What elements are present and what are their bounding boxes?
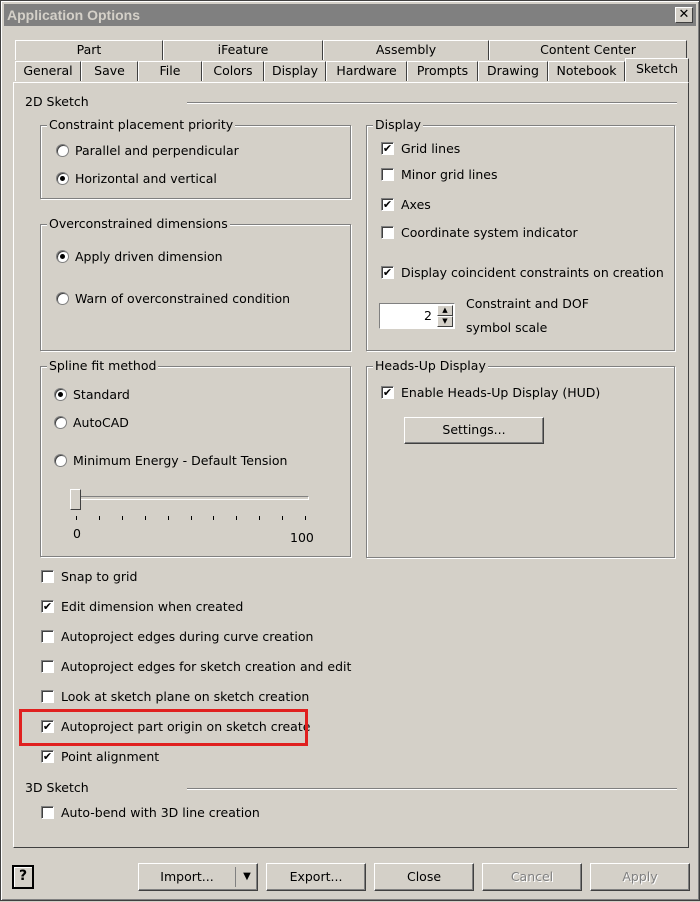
hud-group-title: Heads-Up Display [373,358,488,373]
import-split-divider [235,867,236,887]
checkbox-edit-dimension[interactable]: ✔ [41,600,54,613]
radio-warn-overconstrained[interactable] [56,292,69,305]
label-apply-driven: Apply driven dimension [75,249,223,264]
label-enable-hud: Enable Heads-Up Display (HUD) [401,385,601,400]
checkbox-auto-bend[interactable] [41,806,54,819]
application-options-window: Application Options ✕ Part iFeature Asse… [0,0,700,901]
slider-tick [305,516,306,520]
constraint-priority-title: Constraint placement priority [47,117,236,132]
radio-autocad[interactable] [54,416,67,429]
export-button[interactable]: Export... [266,863,366,891]
dof-scale-spinner[interactable]: 2 ▲ ▼ [379,303,455,329]
label-axes: Axes [401,197,431,212]
slider-tick [145,516,146,520]
checkbox-axes[interactable]: ✔ [381,198,394,211]
label-minor-grid-lines: Minor grid lines [401,167,498,182]
checkbox-autoproject-curve[interactable] [41,630,54,643]
checkbox-coordinate-indicator[interactable] [381,226,394,239]
export-label: Export... [289,869,343,884]
label-autoproject-curve: Autoproject edges during curve creation [61,629,314,644]
apply-button[interactable]: Apply [590,863,690,891]
radio-apply-driven[interactable] [56,250,69,263]
label-horizontal-vertical: Horizontal and vertical [75,171,217,186]
slider-tick [99,516,100,520]
label-autocad: AutoCAD [73,415,129,430]
radio-parallel-perpendicular[interactable] [56,144,69,157]
tension-slider-track[interactable] [75,496,309,500]
slider-max-label: 100 [290,530,314,545]
checkbox-autoproject-sketch[interactable] [41,660,54,673]
label-autoproject-sketch: Autoproject edges for sketch creation an… [61,659,352,674]
close-button[interactable]: Close [374,863,474,891]
slider-tick [259,516,260,520]
label-standard: Standard [73,387,130,402]
slider-min-label: 0 [73,526,81,541]
checkbox-point-alignment[interactable]: ✔ [41,750,54,763]
constraint-priority-group: Constraint placement priority [40,117,351,199]
overconstrained-title: Overconstrained dimensions [47,216,230,231]
spin-up-arrow-icon[interactable]: ▲ [437,305,453,316]
display-group-title: Display [373,117,424,132]
label-auto-bend: Auto-bend with 3D line creation [61,805,260,820]
checkbox-snap-to-grid[interactable] [41,570,54,583]
label-look-at-sketch-plane: Look at sketch plane on sketch creation [61,689,310,704]
radio-horizontal-vertical[interactable] [56,172,69,185]
label-warn-overconstrained: Warn of overconstrained condition [75,291,291,306]
dof-label-line1: Constraint and DOF [466,296,589,311]
import-dropdown-arrow-icon[interactable]: ▼ [239,864,255,890]
label-point-alignment: Point alignment [61,749,160,764]
checkbox-enable-hud[interactable]: ✔ [381,386,394,399]
cancel-button[interactable]: Cancel [482,863,582,891]
label-parallel-perpendicular: Parallel and perpendicular [75,143,239,158]
apply-label: Apply [622,869,658,884]
radio-minimum-energy[interactable] [54,454,67,467]
help-question-icon[interactable]: ? [12,865,34,889]
slider-tick [191,516,192,520]
label-grid-lines: Grid lines [401,141,461,156]
spline-fit-title: Spline fit method [47,358,159,373]
hud-settings-label: Settings... [442,422,506,437]
checkbox-grid-lines[interactable]: ✔ [381,142,394,155]
label-coordinate-indicator: Coordinate system indicator [401,225,578,240]
label-edit-dimension: Edit dimension when created [61,599,244,614]
hud-settings-button[interactable]: Settings... [404,417,544,444]
checkbox-look-at-sketch-plane[interactable] [41,690,54,703]
cancel-label: Cancel [510,869,554,884]
tension-slider-thumb[interactable] [70,489,81,510]
highlight-annotation [19,709,308,746]
spin-down-arrow-icon[interactable]: ▼ [437,316,453,327]
slider-tick [213,516,214,520]
slider-tick [282,516,283,520]
import-button[interactable]: Import... ▼ [138,863,258,891]
overconstrained-group: Overconstrained dimensions [40,216,351,351]
slider-tick [236,516,237,520]
dof-label-line2: symbol scale [466,320,548,335]
label-minimum-energy: Minimum Energy - Default Tension [73,453,288,468]
slider-tick [168,516,169,520]
slider-tick [122,516,123,520]
dof-scale-value[interactable]: 2 [424,308,432,323]
checkbox-coincident-constraints[interactable]: ✔ [381,266,394,279]
radio-standard[interactable] [54,388,67,401]
sketch3d-heading: 3D Sketch [25,780,89,795]
slider-tick [76,516,77,520]
checkbox-minor-grid-lines[interactable] [381,168,394,181]
sketch3d-divider [187,788,677,790]
label-snap-to-grid: Snap to grid [61,569,138,584]
label-coincident-constraints: Display coincident constraints on creati… [401,265,664,280]
close-label: Close [406,869,442,884]
import-label: Import... [160,869,214,884]
